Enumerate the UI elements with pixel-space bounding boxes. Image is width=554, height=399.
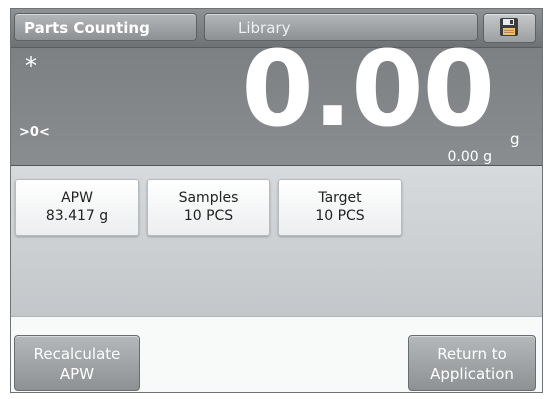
application-tab[interactable]: Parts Counting [14, 13, 197, 41]
return-to-application-button[interactable]: Return to Application [408, 335, 536, 391]
samples-label: Samples [178, 190, 239, 206]
target-value: 10 PCS [315, 208, 365, 224]
weight-display: * >0< 0.00 g 0.00 g [11, 28, 542, 166]
recalculate-label-line2: APW [59, 365, 95, 383]
secondary-weight-readout: 0.00 g [447, 149, 492, 165]
main-weight-readout: 0.00 [241, 28, 495, 150]
target-field[interactable]: Target 10 PCS [278, 179, 402, 236]
return-label-line2: Application [430, 365, 514, 383]
apw-label: APW [61, 190, 93, 206]
reference-panel: APW 83.417 g Samples 10 PCS Target 10 PC… [11, 166, 542, 317]
stable-indicator: * [25, 52, 37, 80]
action-bar: Recalculate APW Return to Application [11, 317, 542, 392]
center-of-zero-indicator: >0< [19, 125, 50, 140]
recalculate-label-line1: Recalculate [33, 345, 121, 363]
samples-value: 10 PCS [183, 208, 234, 224]
samples-field[interactable]: Samples 10 PCS [147, 179, 270, 236]
weight-unit[interactable]: g [510, 130, 520, 148]
floppy-disk-icon [500, 18, 518, 36]
target-label: Target [318, 190, 362, 206]
scale-screen: Parts Counting Library * >0< 0.00 g 0.00… [10, 8, 543, 393]
recalculate-apw-button[interactable]: Recalculate APW [14, 335, 140, 391]
return-label-line1: Return to [437, 345, 507, 363]
apw-value: 83.417 g [45, 208, 109, 224]
apw-field[interactable]: APW 83.417 g [15, 179, 139, 236]
